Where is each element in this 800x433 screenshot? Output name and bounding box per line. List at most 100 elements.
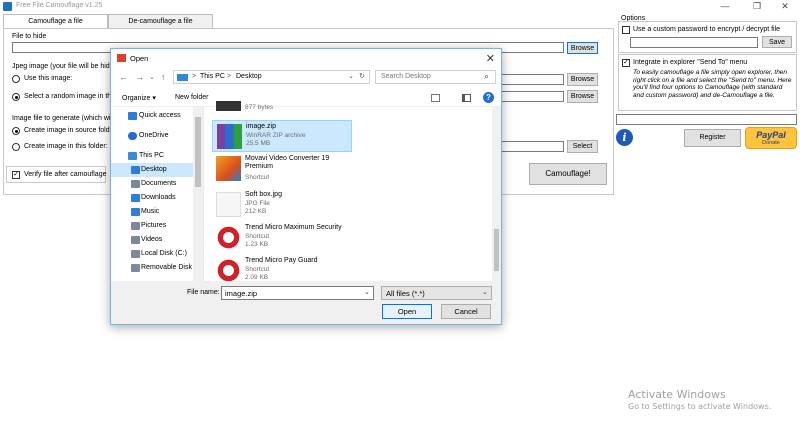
custom-password-checkbox[interactable] — [622, 26, 630, 34]
sidebar-item-label: Downloads — [141, 194, 176, 201]
send-to-checkbox[interactable]: ✓ — [622, 59, 630, 67]
paypal-donate-button[interactable]: PayPal Donate — [745, 127, 797, 149]
this-pc-icon — [177, 74, 188, 81]
view-options-icon[interactable] — [431, 94, 440, 102]
random-image-browse-button[interactable]: Browse — [567, 90, 598, 103]
save-password-button[interactable]: Save — [762, 36, 792, 48]
custom-password-input[interactable] — [630, 37, 758, 48]
sidebar-item-label: Documents — [141, 180, 177, 187]
close-button[interactable]: ✕ — [770, 0, 800, 13]
verify-label: Verify file after camouflage — [24, 171, 107, 178]
dialog-app-icon — [117, 54, 126, 62]
preview-pane-icon[interactable] — [462, 94, 471, 102]
select-folder-button[interactable]: Select — [567, 140, 598, 153]
this-folder-radio[interactable] — [12, 143, 20, 151]
sidebar-item-quick-access[interactable]: Quick access — [111, 109, 193, 123]
filename-label: File name: — [187, 289, 220, 296]
sidebar-item-desktop[interactable]: Desktop — [111, 163, 193, 177]
navigation-pane: Quick access OneDrive This PC Desktop Do… — [111, 107, 204, 281]
organize-menu[interactable]: Organize ▾ — [122, 94, 156, 102]
sidebar-item-this-pc[interactable]: This PC — [111, 149, 193, 163]
random-image-radio[interactable] — [12, 93, 20, 101]
forward-arrow-icon[interactable]: → — [135, 72, 144, 82]
disk-icon — [131, 250, 140, 258]
sidebar-item-label: OneDrive — [139, 132, 169, 139]
back-arrow-icon[interactable]: ← — [119, 72, 128, 82]
source-folder-radio[interactable] — [12, 127, 20, 135]
breadcrumb-desktop[interactable]: Desktop — [236, 73, 262, 80]
search-input[interactable]: Search Desktop ⌕ — [375, 70, 496, 84]
sidebar-item-local-disk[interactable]: Local Disk (C:) — [111, 247, 193, 261]
music-icon — [131, 208, 140, 216]
new-folder-button[interactable]: New folder — [175, 94, 208, 101]
file-type: Shortcut — [245, 174, 270, 181]
open-button[interactable]: Open — [382, 304, 432, 319]
file-type: JPG File — [245, 200, 270, 207]
app-title: Free File Camouflage v1.25 — [16, 2, 103, 9]
recent-dropdown-icon[interactable]: ⌄ — [149, 73, 155, 81]
documents-icon — [131, 180, 140, 188]
desktop-icon — [131, 166, 140, 174]
file-size: 877 bytes — [245, 104, 274, 111]
breadcrumb-separator: > — [227, 73, 232, 80]
sidebar-item-documents[interactable]: Documents — [111, 177, 193, 191]
file-to-hide-browse-button[interactable]: Browse — [567, 42, 598, 54]
sidebar-item-pictures[interactable]: Pictures — [111, 219, 193, 233]
movavi-icon — [216, 156, 241, 181]
camouflage-button[interactable]: Camouflage! — [529, 163, 607, 185]
search-icon: ⌕ — [484, 71, 490, 81]
up-arrow-icon[interactable]: ↑ — [161, 72, 166, 82]
paypal-logo-text: PayPal — [756, 130, 786, 140]
file-to-hide-label: File to hide — [12, 33, 47, 40]
sidebar-scroll-thumb[interactable] — [195, 117, 201, 187]
trend-micro-icon — [216, 258, 241, 283]
list-item-soft-box[interactable]: Soft box.jpg JPG File 212 KB — [212, 189, 352, 221]
list-item-movavi[interactable]: Movavi Video Converter 19 Premium Shortc… — [212, 153, 352, 189]
sidebar-item-label: Desktop — [141, 166, 167, 173]
activate-windows-title: Activate Windows — [628, 388, 726, 401]
verify-checkbox[interactable]: ✓ — [12, 171, 20, 179]
list-item[interactable]: 877 bytes — [212, 101, 352, 119]
filename-dropdown-icon[interactable]: ⌄ — [364, 288, 370, 296]
file-type: Shortcut — [245, 233, 270, 240]
tab-decamouflage[interactable]: De-camouflage a file — [108, 14, 213, 28]
maximize-button[interactable]: ❐ — [742, 0, 772, 13]
dialog-title: Open — [130, 54, 149, 63]
refresh-icon[interactable]: ↻ — [359, 72, 365, 80]
sidebar-item-removable-disk[interactable]: Removable Disk — [111, 261, 193, 275]
dialog-navbar: ← → ⌄ ↑ > This PC > Desktop ⌄ ↻ Search D… — [111, 67, 501, 89]
use-image-radio[interactable] — [12, 75, 20, 83]
file-list-scroll-thumb[interactable] — [494, 229, 499, 271]
sidebar-item-label: Local Disk (C:) — [141, 250, 187, 257]
address-dropdown-icon[interactable]: ⌄ — [348, 72, 354, 80]
breadcrumb-this-pc[interactable]: This PC — [200, 73, 225, 80]
sidebar-item-downloads[interactable]: Downloads — [111, 191, 193, 205]
register-button[interactable]: Register — [684, 129, 741, 147]
file-name: Trend Micro Maximum Security — [245, 224, 342, 231]
minimize-button[interactable]: — — [710, 0, 740, 13]
removable-disk-icon — [131, 264, 140, 272]
downloads-icon — [131, 194, 140, 202]
donate-label: Donate — [762, 140, 780, 146]
cancel-button[interactable]: Cancel — [441, 304, 491, 319]
send-to-description: To easily camouflage a file simply open … — [633, 69, 792, 99]
list-item-trend-micro-maximum[interactable]: Trend Micro Maximum Security Shortcut 1.… — [212, 222, 352, 254]
filetype-select[interactable]: All files (*.*) ⌄ — [381, 286, 492, 300]
sidebar-item-videos[interactable]: Videos — [111, 233, 193, 247]
dialog-close-icon[interactable]: ✕ — [486, 52, 495, 65]
file-size: 212 KB — [245, 208, 267, 215]
file-size: 2.09 KB — [245, 274, 269, 281]
address-bar[interactable]: > This PC > Desktop ⌄ ↻ — [173, 70, 370, 84]
info-icon[interactable]: i — [616, 129, 633, 146]
send-to-label: Integrate in explorer "Send To" menu — [633, 59, 748, 66]
search-placeholder: Search Desktop — [381, 73, 431, 80]
filename-input[interactable]: image.zip ⌄ — [221, 286, 374, 300]
help-icon[interactable]: ? — [483, 92, 494, 103]
list-item-image-zip[interactable]: image.zip WinRAR ZIP archive 25.5 MB — [212, 120, 352, 152]
sidebar-item-music[interactable]: Music — [111, 205, 193, 219]
sidebar-item-onedrive[interactable]: OneDrive — [111, 129, 193, 143]
use-image-browse-button[interactable]: Browse — [567, 73, 598, 86]
filetype-dropdown-icon[interactable]: ⌄ — [482, 288, 488, 296]
tab-camouflage[interactable]: Camouflage a file — [3, 14, 108, 29]
app-titlebar: Free File Camouflage v1.25 — ❐ ✕ — [0, 0, 800, 13]
